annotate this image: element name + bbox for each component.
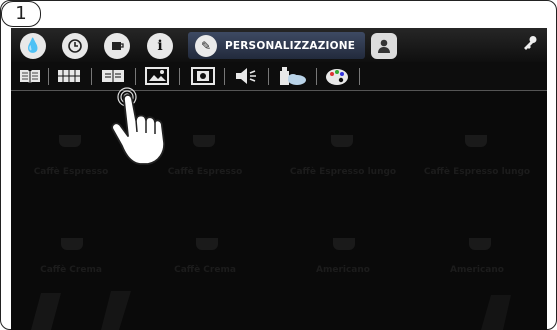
glasses-decoration: [31, 291, 511, 330]
photo-frame-icon[interactable]: [188, 66, 218, 86]
tab-personalizzazione-label: PERSONALIZZAZIONE: [225, 39, 356, 52]
device-screen: 💧 i ✎ PERSONALIZZAZIONE Caffè Espresso C…: [11, 28, 547, 330]
drink-label[interactable]: Caffè Crema: [145, 265, 265, 275]
toolbar-separator: [224, 68, 225, 85]
toolbar-separator: [268, 68, 269, 85]
drink-cup-icon: [61, 238, 83, 250]
drink-cup-icon: [331, 135, 353, 147]
palette-icon[interactable]: [320, 66, 354, 86]
toolbar-separator: [359, 68, 360, 85]
toolbar-separator: [316, 68, 317, 85]
open-book-icon[interactable]: [16, 66, 44, 86]
toolbar-separator: [48, 68, 49, 85]
clock-icon[interactable]: [62, 33, 88, 59]
drink-cup-icon: [196, 238, 218, 250]
drink-cup-icon: [469, 238, 491, 250]
image-icon[interactable]: [142, 66, 172, 86]
user-profile-icon[interactable]: [371, 33, 397, 59]
header-bar: 💧 i ✎ PERSONALIZZAZIONE: [11, 28, 547, 62]
selected-book-icon[interactable]: [98, 66, 128, 86]
grid-book-icon[interactable]: [54, 66, 84, 86]
pencil-icon: ✎: [195, 34, 217, 57]
drink-label[interactable]: Caffè Espresso: [145, 167, 265, 177]
drink-label[interactable]: Americano: [283, 265, 403, 275]
drink-cup-icon: [193, 135, 215, 147]
drink-label[interactable]: Caffè Crema: [11, 265, 131, 275]
drink-label[interactable]: Caffè Espresso lungo: [417, 167, 537, 177]
drink-cup-icon: [59, 135, 81, 147]
tab-personalizzazione[interactable]: ✎ PERSONALIZZAZIONE: [188, 32, 365, 59]
cup-icon[interactable]: [104, 33, 130, 59]
water-drop-icon[interactable]: 💧: [20, 33, 46, 59]
drink-label[interactable]: Caffè Espresso lungo: [283, 167, 403, 177]
drink-label[interactable]: Caffè Espresso: [11, 167, 131, 177]
drink-cup-icon: [465, 135, 487, 147]
customization-toolbar: [11, 62, 547, 91]
toolbar-separator: [179, 68, 180, 85]
bottle-cloud-icon[interactable]: [275, 66, 309, 86]
info-icon[interactable]: i: [147, 33, 173, 59]
step-number-badge: 1: [1, 1, 41, 27]
wrench-icon[interactable]: [521, 34, 539, 57]
speaker-icon[interactable]: [231, 66, 261, 86]
tap-hand-icon: [111, 87, 165, 165]
toolbar-separator: [135, 68, 136, 85]
drink-label[interactable]: Americano: [417, 265, 537, 275]
toolbar-separator: [91, 68, 92, 85]
drink-cup-icon: [333, 238, 355, 250]
